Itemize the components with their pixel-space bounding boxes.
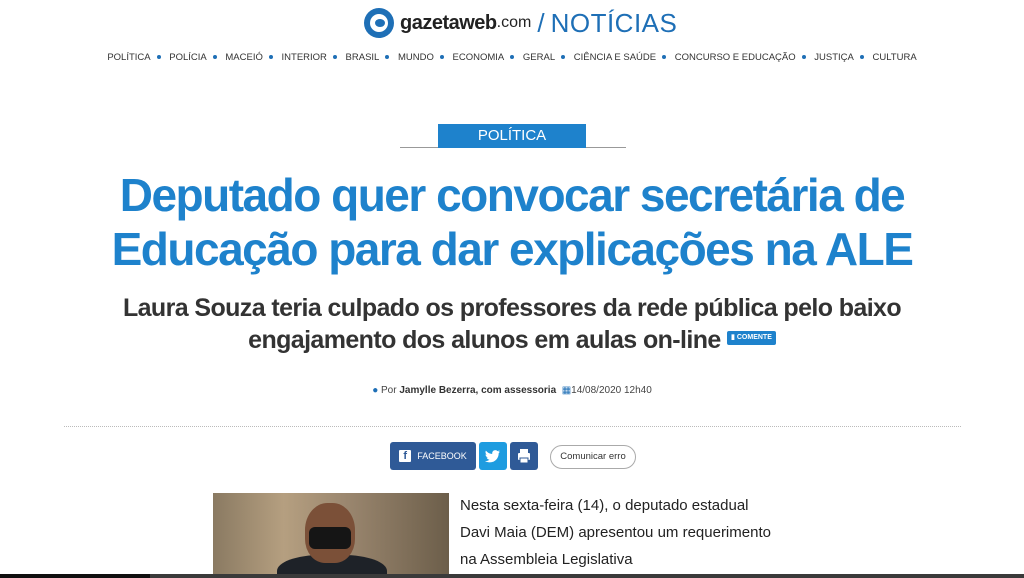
site-logo[interactable]: gazetaweb .com / NOTÍCIAS [364, 6, 677, 40]
nav-separator [439, 55, 444, 60]
site-header: gazetaweb .com / NOTÍCIAS POLÍTICA POLÍC… [0, 0, 1024, 80]
nav-item-interior[interactable]: INTERIOR [282, 52, 327, 63]
nav-separator [561, 55, 566, 60]
comment-button[interactable]: ▮ COMENTE [727, 331, 776, 346]
logo-name: gazetaweb [400, 11, 497, 34]
nav-item-cultura[interactable]: CULTURA [873, 52, 917, 63]
nav-separator [510, 55, 515, 60]
subheadline-text: Laura Souza teria culpado os professores… [122, 294, 902, 354]
byline-prefix: Por [381, 385, 397, 396]
nav-separator [212, 55, 217, 60]
nav-separator [156, 55, 161, 60]
nav-item-economia[interactable]: ECONOMIA [453, 52, 505, 63]
publish-date: 14/08/2020 12h40 [571, 385, 652, 396]
twitter-icon [485, 450, 500, 463]
bottom-scroll-bar [0, 574, 1024, 578]
facebook-label: FACEBOOK [417, 451, 467, 461]
print-button[interactable] [510, 442, 538, 470]
section-title[interactable]: NOTÍCIAS [551, 8, 678, 39]
nav-item-justica[interactable]: JUSTIÇA [814, 52, 854, 63]
article-subheadline: Laura Souza teria culpado os professores… [100, 292, 924, 356]
nav-item-mundo[interactable]: MUNDO [398, 52, 434, 63]
photo-figure-mask [309, 527, 351, 549]
gazetaweb-logo-icon [364, 8, 394, 38]
nav-separator [801, 55, 806, 60]
nav-item-ciencia-e-saude[interactable]: CIÊNCIA E SAÚDE [574, 52, 656, 63]
nav-separator [662, 55, 667, 60]
byline-divider [64, 426, 961, 427]
article-headline: Deputado quer convocar secretária de Edu… [111, 169, 914, 275]
nav-item-policia[interactable]: POLÍCIA [169, 52, 207, 63]
facebook-share-button[interactable]: f FACEBOOK [390, 442, 476, 470]
nav-separator [268, 55, 273, 60]
nav-item-concurso-e-educacao[interactable]: CONCURSO E EDUCAÇÃO [675, 52, 796, 63]
article-byline: ● Por Jamylle Bezerra, com assessoria ▦1… [0, 385, 1024, 396]
article-photo[interactable] [213, 493, 449, 578]
print-icon [518, 449, 530, 464]
twitter-share-button[interactable] [479, 442, 507, 470]
comment-label: COMENTE [736, 334, 772, 342]
calendar-icon: ▦ [561, 385, 572, 396]
facebook-icon: f [399, 450, 412, 462]
nav-item-maceio[interactable]: MACEIÓ [225, 52, 262, 63]
logo-domain: .com [496, 14, 532, 31]
nav-item-brasil[interactable]: BRASIL [346, 52, 380, 63]
nav-separator [385, 55, 390, 60]
nav-separator [332, 55, 337, 60]
report-error-button[interactable]: Comunicar erro [550, 445, 636, 469]
article-body: Nesta sexta-feira (14), o deputado estad… [460, 497, 771, 568]
category-badge[interactable]: POLÍTICA [438, 124, 586, 148]
nav-separator [859, 55, 864, 60]
nav-item-politica[interactable]: POLÍTICA [107, 52, 150, 63]
comment-icon: ▮ [731, 334, 735, 342]
user-icon: ● [372, 385, 379, 396]
author-name[interactable]: Jamylle Bezerra, com assessoria [399, 385, 556, 396]
logo-separator: / [537, 7, 545, 38]
main-nav: POLÍTICA POLÍCIA MACEIÓ INTERIOR BRASIL … [0, 52, 1024, 63]
nav-item-geral[interactable]: GERAL [523, 52, 555, 63]
